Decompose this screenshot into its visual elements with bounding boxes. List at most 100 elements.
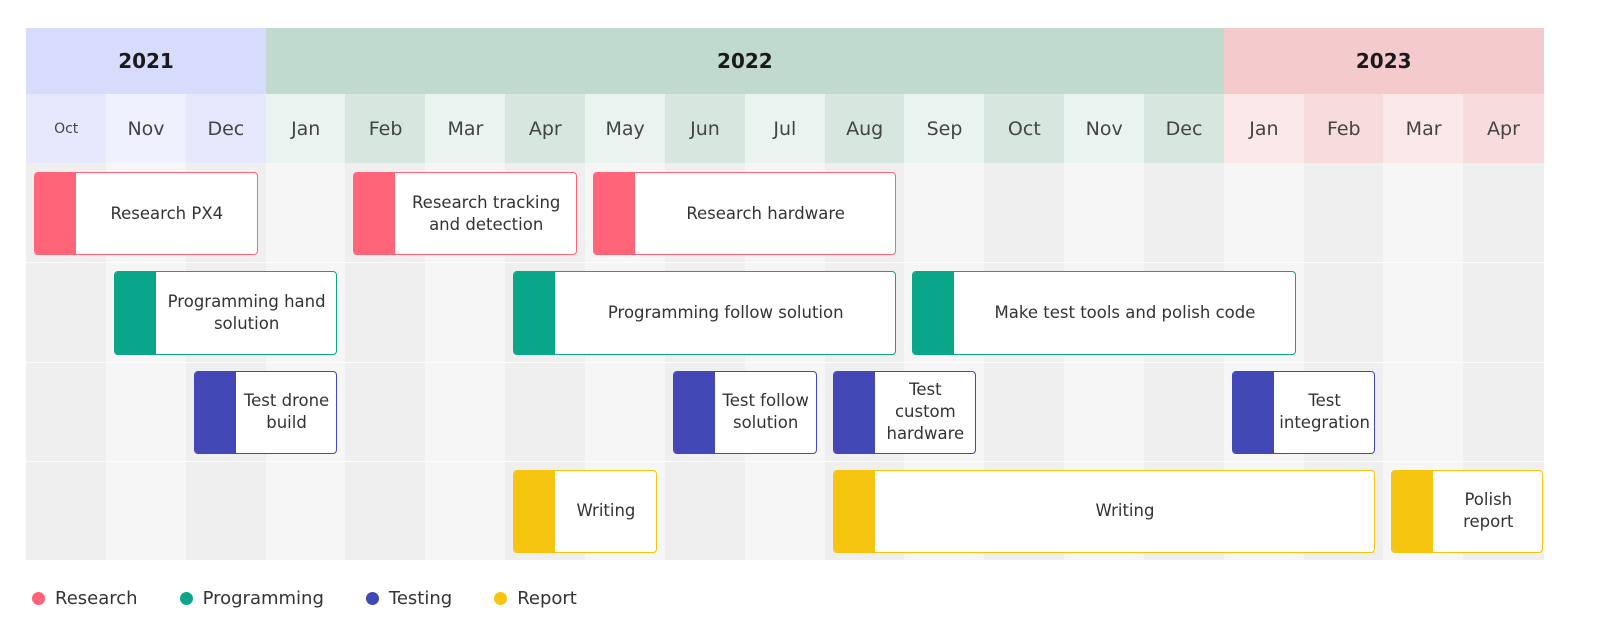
gantt-chart: 2021 Oct Nov Dec 2022 Jan Feb Mar Apr May Jun Jul Au… bbox=[0, 0, 1607, 622]
task-label-line: and detection bbox=[429, 214, 544, 234]
month-header: Feb bbox=[1303, 94, 1384, 163]
task-label-line: report bbox=[1463, 512, 1514, 532]
task-label-line: Research tracking bbox=[411, 192, 561, 212]
legend-label: Research bbox=[55, 588, 138, 609]
testing-swatch-icon bbox=[833, 371, 875, 453]
task-label: Test drone build bbox=[237, 372, 337, 453]
row-separator bbox=[26, 361, 1544, 363]
month-label: Feb bbox=[368, 117, 403, 140]
task-label-line: hardware bbox=[886, 424, 965, 444]
month-header: Nov bbox=[105, 94, 187, 163]
month-label: Dec bbox=[207, 117, 245, 140]
task-label: Make test tools and polish code bbox=[955, 272, 1294, 353]
month-header: May bbox=[584, 94, 666, 163]
row-separator bbox=[26, 460, 1544, 462]
legend: Research Programming Testing Report bbox=[32, 588, 619, 609]
month-header: Oct bbox=[984, 94, 1065, 163]
programming-swatch-icon bbox=[114, 272, 156, 354]
task-bar-testing: Test custom hardware bbox=[832, 370, 977, 454]
task-label-line: solution bbox=[732, 413, 799, 433]
task-label-line: Writing bbox=[1095, 501, 1155, 521]
month-label: Sep bbox=[926, 117, 963, 140]
month-label: Dec bbox=[1165, 117, 1203, 140]
testing-swatch-icon bbox=[194, 371, 236, 453]
month-label: Mar bbox=[447, 117, 484, 140]
programming-swatch-icon bbox=[913, 272, 955, 354]
task-label-line: build bbox=[266, 413, 307, 433]
month-label: Aug bbox=[846, 117, 884, 140]
task-label-line: Test drone bbox=[243, 391, 330, 411]
month-label: May bbox=[605, 117, 645, 140]
month-label: Nov bbox=[127, 117, 165, 140]
task-label: Polish report bbox=[1434, 471, 1542, 552]
task-bar-report: Writing bbox=[832, 469, 1376, 553]
task-bar-report: Writing bbox=[513, 469, 657, 553]
legend-item-testing: Testing bbox=[365, 588, 453, 609]
legend-item-programming: Programming bbox=[179, 588, 324, 609]
month-header: Jan bbox=[265, 94, 346, 163]
research-dot-icon bbox=[32, 592, 45, 605]
task-label-line: Make test tools and polish code bbox=[994, 302, 1256, 322]
month-header: Apr bbox=[505, 94, 586, 163]
testing-dot-icon bbox=[365, 592, 379, 605]
research-swatch-icon bbox=[34, 173, 76, 255]
task-bar-research: Research PX4 bbox=[34, 172, 258, 256]
month-header: Mar bbox=[1383, 94, 1464, 163]
programming-dot-icon bbox=[179, 592, 193, 605]
task-label: Programming hand solution bbox=[157, 272, 337, 353]
legend-label: Programming bbox=[202, 588, 324, 609]
month-label: Apr bbox=[1487, 117, 1520, 140]
task-label-line: Research PX4 bbox=[110, 203, 224, 223]
research-swatch-icon bbox=[354, 173, 396, 255]
row-separator bbox=[26, 262, 1544, 264]
task-label-line: Test bbox=[1308, 391, 1341, 411]
task-bar-report: Polish report bbox=[1391, 469, 1544, 553]
month-label: Jan bbox=[1249, 117, 1279, 140]
task-label-line: Test bbox=[909, 380, 942, 400]
month-label: Nov bbox=[1085, 117, 1123, 140]
task-bar-programming: Make test tools and polish code bbox=[912, 271, 1296, 355]
month-label: Apr bbox=[528, 117, 562, 140]
task-label-line: custom bbox=[894, 402, 956, 422]
month-header: Dec bbox=[185, 94, 267, 163]
month-header: Nov bbox=[1064, 94, 1145, 163]
month-header: Apr bbox=[1463, 94, 1544, 163]
task-label: Writing bbox=[876, 471, 1375, 552]
task-label-line: Writing bbox=[576, 501, 636, 521]
month-label: Oct bbox=[54, 120, 79, 137]
month-header: Feb bbox=[345, 94, 426, 163]
month-header: Aug bbox=[824, 94, 905, 163]
programming-swatch-icon bbox=[514, 272, 556, 354]
legend-item-report: Report bbox=[494, 588, 577, 609]
legend-label: Testing bbox=[388, 588, 453, 609]
legend-item-research: Research bbox=[32, 588, 138, 609]
month-header: Oct bbox=[26, 94, 107, 163]
month-header: Jul bbox=[744, 94, 825, 163]
testing-swatch-icon bbox=[1232, 371, 1274, 453]
month-header: Sep bbox=[904, 94, 985, 163]
month-label: Jan bbox=[291, 117, 321, 140]
task-bar-programming: Programming follow solution bbox=[513, 271, 897, 355]
month-header: Mar bbox=[425, 94, 506, 163]
task-bar-testing: Test follow solution bbox=[672, 370, 817, 454]
task-label: Writing bbox=[556, 471, 656, 552]
task-label-line: integration bbox=[1279, 413, 1370, 433]
month-header: Dec bbox=[1143, 94, 1225, 163]
year-header: 2023 bbox=[1223, 28, 1544, 94]
year-label: 2023 bbox=[1355, 49, 1412, 73]
month-label: Jul bbox=[773, 117, 797, 140]
task-bar-programming: Programming hand solution bbox=[113, 271, 338, 355]
task-bar-research: Research tracking and detection bbox=[353, 172, 577, 256]
month-label: Oct bbox=[1007, 117, 1041, 140]
task-label: Test integration bbox=[1275, 372, 1375, 453]
testing-swatch-icon bbox=[673, 371, 715, 453]
month-label: Jun bbox=[690, 117, 720, 140]
task-label-line: solution bbox=[213, 313, 280, 333]
report-swatch-icon bbox=[514, 470, 556, 552]
report-dot-icon bbox=[494, 592, 508, 605]
task-label-line: Test follow bbox=[722, 391, 809, 411]
report-swatch-icon bbox=[833, 470, 875, 552]
task-label: Programming follow solution bbox=[556, 272, 895, 353]
task-label: Test custom hardware bbox=[876, 372, 976, 453]
task-bar-testing: Test integration bbox=[1231, 370, 1376, 454]
